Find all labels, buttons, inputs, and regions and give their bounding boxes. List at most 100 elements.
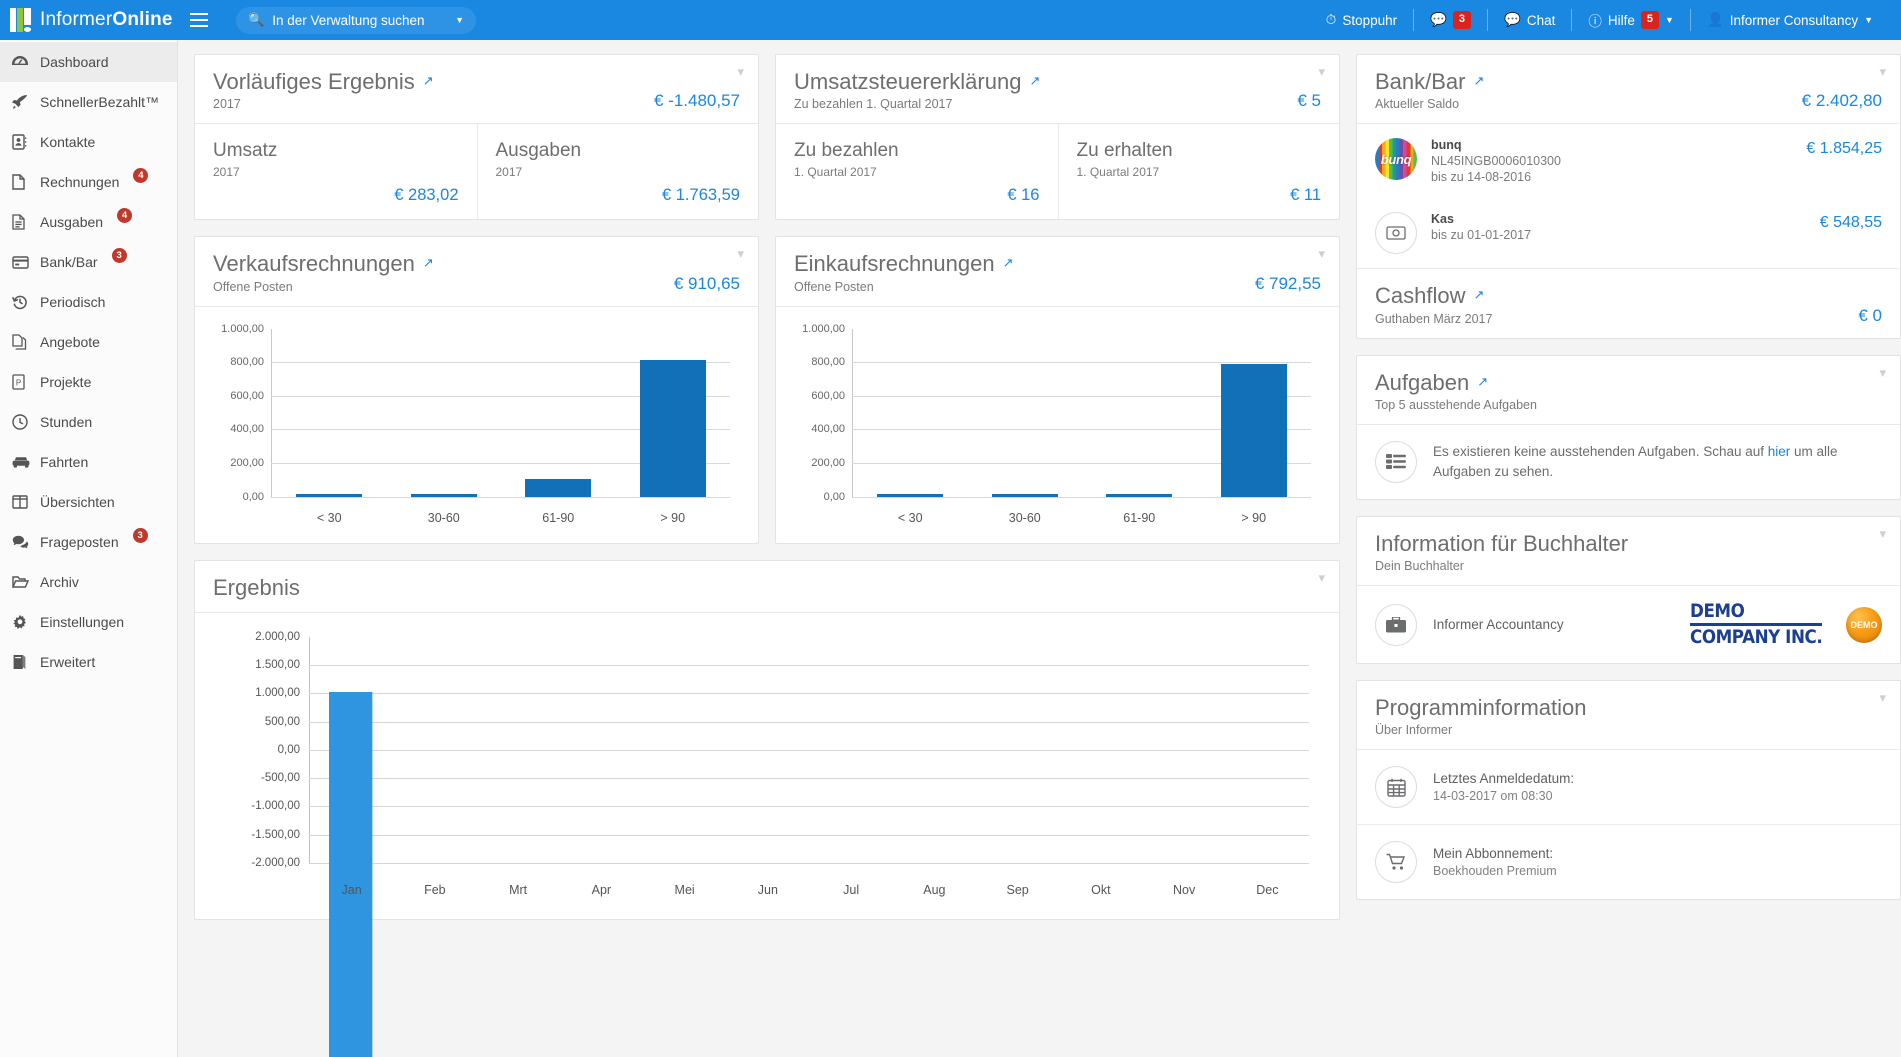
x-axis-tick-label: Feb xyxy=(424,882,446,897)
card-amount: € -1.480,57 xyxy=(653,91,740,111)
chevron-down-icon[interactable]: ▾ xyxy=(1879,527,1886,540)
y-axis-tick-label: 2.000,00 xyxy=(255,630,300,643)
account-name: Kas xyxy=(1431,212,1454,227)
y-axis-tick-label: 1.000,00 xyxy=(221,322,264,335)
account-details: bunq NL45INGB0006010300 bis zu 14-08-201… xyxy=(1431,138,1792,184)
sidebar-item-dashboard[interactable]: Dashboard xyxy=(0,42,177,82)
account-row-kas[interactable]: Kas bis zu 01-01-2017 € 548,55 xyxy=(1357,198,1900,268)
chat-button[interactable]: 💬 Chat xyxy=(1488,0,1571,40)
card-amount: € 792,55 xyxy=(1254,273,1321,293)
account-menu-button[interactable]: 👤 Informer Consultancy ▼ xyxy=(1691,0,1889,40)
brand-prefix: Informer xyxy=(40,9,113,30)
sidebar-item-label: Dashboard xyxy=(40,54,109,70)
chevron-down-icon[interactable]: ▼ xyxy=(1864,15,1873,25)
external-link-icon[interactable]: ↗ xyxy=(1029,73,1040,89)
aufgaben-link[interactable]: hier xyxy=(1768,444,1791,459)
demo-logo-text: DEMO COMPANY INC. xyxy=(1689,602,1840,647)
y-axis-tick-label: 1.000,00 xyxy=(255,687,300,700)
chart-bar[interactable] xyxy=(991,494,1058,497)
sidebar-item-kontakte[interactable]: Kontakte xyxy=(0,122,177,162)
sidebar-item-ausgaben[interactable]: Ausgaben 4 xyxy=(0,202,177,242)
sidebar-item-projekte[interactable]: P Projekte xyxy=(0,362,177,402)
chart-bar[interactable] xyxy=(639,359,706,497)
briefcase-icon xyxy=(1375,603,1417,646)
external-link-icon[interactable]: ↗ xyxy=(1473,288,1484,303)
program-row-value: 14-03-2017 om 08:30 xyxy=(1433,789,1553,804)
sidebar-item-angebote[interactable]: Angebote xyxy=(0,322,177,362)
search-placeholder: In der Verwaltung suchen xyxy=(272,12,425,28)
chevron-down-icon[interactable]: ▾ xyxy=(737,247,744,260)
right-column: ▾ Bank/Bar ↗ Aktueller Saldo € 2.402,80 … xyxy=(1356,54,1901,1057)
chart-bar[interactable] xyxy=(329,691,373,1057)
chart-bar[interactable] xyxy=(877,494,944,497)
sidebar-item-schnellerbezahlt[interactable]: SchnellerBezahlt™ xyxy=(0,82,177,122)
chart-bar[interactable] xyxy=(296,494,363,497)
card-subtitle: Guthaben März 2017 xyxy=(1375,311,1493,326)
chevron-down-icon[interactable]: ▼ xyxy=(1665,15,1674,25)
chevron-down-icon[interactable]: ▾ xyxy=(1318,571,1325,584)
messages-button[interactable]: 💬 3 xyxy=(1414,0,1487,40)
chart-plot-area: 2.000,00 1.500,00 1.000,00 500,00 0,00 -500,0… xyxy=(251,631,1309,1057)
chevron-down-icon[interactable]: ▾ xyxy=(737,65,744,78)
sidebar-item-label: Projekte xyxy=(40,374,92,390)
chart-bar[interactable] xyxy=(1106,494,1173,497)
program-row-last-login: Letztes Anmeldedatum: 14-03-2017 om 08:3… xyxy=(1357,750,1900,824)
external-link-icon[interactable]: ↗ xyxy=(1003,256,1014,271)
bar-chart-einkaufsrechnungen: 1.000,00 800,00 600,00 400,00 200,00 0,00 < 30… xyxy=(790,323,1321,533)
help-label: Hilfe xyxy=(1607,12,1635,28)
chart-bar[interactable] xyxy=(410,494,477,497)
sidebar-item-rechnungen[interactable]: Rechnungen 4 xyxy=(0,162,177,202)
y-axis-tick-label: 600,00 xyxy=(230,389,264,402)
sidebar-item-bersichten[interactable]: Übersichten xyxy=(0,482,177,522)
chevron-down-icon[interactable]: ▾ xyxy=(1879,65,1886,78)
card-title-text: Bank/Bar xyxy=(1375,69,1466,94)
y-axis-tick-label: 400,00 xyxy=(230,423,264,436)
external-link-icon[interactable]: ↗ xyxy=(1474,73,1485,89)
sidebar-item-archiv[interactable]: Archiv xyxy=(0,562,177,602)
search-input[interactable]: 🔍 In der Verwaltung suchen ▼ xyxy=(236,6,476,34)
sidebar-item-erweitert[interactable]: Erweitert xyxy=(0,642,177,682)
metric-title: Zu bezahlen xyxy=(794,140,899,162)
sidebar-item-periodisch[interactable]: Periodisch xyxy=(0,282,177,322)
cart-icon xyxy=(1375,841,1417,884)
brand-suffix: Online xyxy=(112,9,173,30)
help-button[interactable]: ⓘ Hilfe 5 ▼ xyxy=(1572,0,1690,40)
sidebar-item-stunden[interactable]: Stunden xyxy=(0,402,177,442)
sidebar-item-frageposten[interactable]: Frageposten 3 xyxy=(0,522,177,562)
metric-zu-bezahlen: Zu bezahlen 1. Quartal 2017 € 16 xyxy=(776,124,1058,219)
external-link-icon[interactable]: ↗ xyxy=(423,256,434,271)
y-axis-tick-label: 800,00 xyxy=(230,356,264,369)
y-axis-tick-label: 1.500,00 xyxy=(255,659,300,672)
x-axis-tick-label: Dec xyxy=(1256,882,1279,897)
app-logo[interactable]: InformerOnline xyxy=(0,0,178,40)
stopwatch-button[interactable]: ⏱ Stoppuhr xyxy=(1310,0,1413,40)
chart-bar[interactable] xyxy=(1220,363,1287,497)
y-axis-tick-label: 600,00 xyxy=(811,389,845,402)
account-name: bunq xyxy=(1431,138,1462,153)
account-row-bunq[interactable]: bunq bunq NL45INGB0006010300 bis zu 14-0… xyxy=(1357,124,1900,198)
x-axis-labels: < 30 30-60 61-90 > 90 xyxy=(272,511,730,525)
card-title-text: Umsatzsteuererklärung xyxy=(794,69,1022,94)
metric-amount: € 283,02 xyxy=(394,186,459,205)
external-link-icon[interactable]: ↗ xyxy=(423,73,434,89)
chevron-down-icon[interactable]: ▾ xyxy=(1318,247,1325,260)
sidebar-item-bank-bar[interactable]: Bank/Bar 3 xyxy=(0,242,177,282)
sidebar-item-einstellungen[interactable]: Einstellungen xyxy=(0,602,177,642)
metric-subtitle: 1. Quartal 2017 xyxy=(794,165,877,180)
card-amount: € 910,65 xyxy=(673,273,740,293)
x-axis-tick-label: 61-90 xyxy=(1123,510,1156,525)
card-body: 2.000,00 1.500,00 1.000,00 500,00 0,00 -500,0… xyxy=(195,613,1339,1057)
metric-amount: € 11 xyxy=(1290,186,1321,205)
hamburger-icon[interactable] xyxy=(182,0,216,40)
chart-bar[interactable] xyxy=(525,478,592,497)
credit-card-icon xyxy=(12,255,29,269)
card-title: Vorläufiges Ergebnis ↗ xyxy=(213,69,434,94)
sidebar-item-fahrten[interactable]: Fahrten xyxy=(0,442,177,482)
chevron-down-icon[interactable]: ▾ xyxy=(1879,366,1886,379)
chevron-down-icon[interactable]: ▾ xyxy=(1318,65,1325,78)
chevron-down-icon[interactable]: ▼ xyxy=(455,15,464,25)
sidebar-item-label: Frageposten xyxy=(40,534,119,550)
chevron-down-icon[interactable]: ▾ xyxy=(1879,691,1886,704)
empty-text-before: Es existieren keine ausstehenden Aufgabe… xyxy=(1433,443,1768,459)
external-link-icon[interactable]: ↗ xyxy=(1477,374,1488,390)
